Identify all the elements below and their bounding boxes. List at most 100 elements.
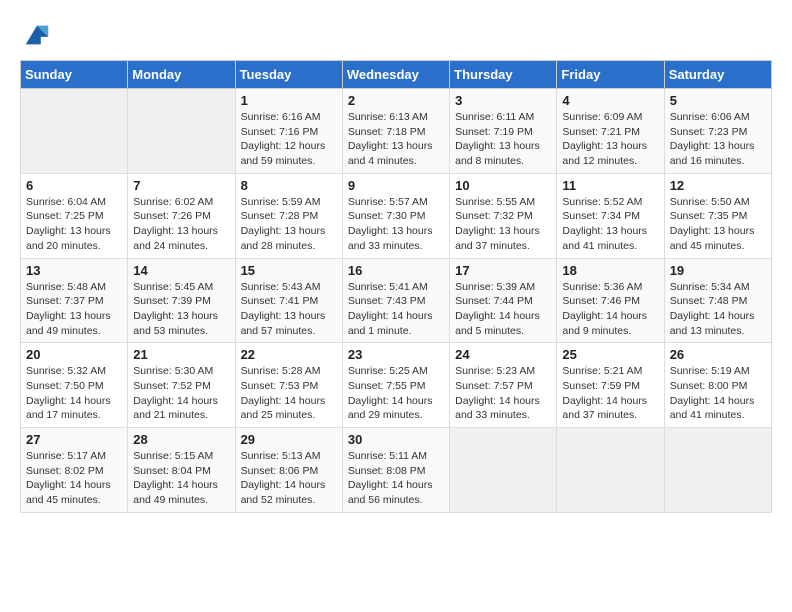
weekday-header: Friday	[557, 61, 664, 89]
day-info: Sunrise: 5:41 AM Sunset: 7:43 PM Dayligh…	[348, 280, 444, 339]
calendar-cell: 12 Sunrise: 5:50 AM Sunset: 7:35 PM Dayli…	[664, 173, 771, 258]
day-number: 30	[348, 432, 444, 447]
day-number: 4	[562, 93, 658, 108]
day-info: Sunrise: 5:19 AM Sunset: 8:00 PM Dayligh…	[670, 364, 766, 423]
day-number: 9	[348, 178, 444, 193]
day-info: Sunrise: 5:25 AM Sunset: 7:55 PM Dayligh…	[348, 364, 444, 423]
day-info: Sunrise: 5:23 AM Sunset: 7:57 PM Dayligh…	[455, 364, 551, 423]
day-info: Sunrise: 5:50 AM Sunset: 7:35 PM Dayligh…	[670, 195, 766, 254]
calendar-cell: 16 Sunrise: 5:41 AM Sunset: 7:43 PM Dayli…	[342, 258, 449, 343]
calendar-cell: 29 Sunrise: 5:13 AM Sunset: 8:06 PM Dayli…	[235, 428, 342, 513]
day-number: 15	[241, 263, 337, 278]
day-number: 10	[455, 178, 551, 193]
calendar-cell: 6Sunrise: 6:04 AM Sunset: 7:25 PM Daylig…	[21, 173, 128, 258]
day-info: Sunrise: 5:30 AM Sunset: 7:52 PM Dayligh…	[133, 364, 229, 423]
calendar-cell: 10 Sunrise: 5:55 AM Sunset: 7:32 PM Dayli…	[450, 173, 557, 258]
calendar-cell	[664, 428, 771, 513]
calendar-cell: 30 Sunrise: 5:11 AM Sunset: 8:08 PM Dayli…	[342, 428, 449, 513]
calendar-cell: 26 Sunrise: 5:19 AM Sunset: 8:00 PM Dayli…	[664, 343, 771, 428]
calendar-week-row: 13 Sunrise: 5:48 AM Sunset: 7:37 PM Dayli…	[21, 258, 772, 343]
calendar-cell: 23 Sunrise: 5:25 AM Sunset: 7:55 PM Dayli…	[342, 343, 449, 428]
weekday-header: Monday	[128, 61, 235, 89]
day-info: Sunrise: 5:36 AM Sunset: 7:46 PM Dayligh…	[562, 280, 658, 339]
day-info: Sunrise: 6:09 AM Sunset: 7:21 PM Dayligh…	[562, 110, 658, 169]
weekday-header: Tuesday	[235, 61, 342, 89]
day-info: Sunrise: 5:11 AM Sunset: 8:08 PM Dayligh…	[348, 449, 444, 508]
calendar-week-row: 20 Sunrise: 5:32 AM Sunset: 7:50 PM Dayli…	[21, 343, 772, 428]
calendar-cell: 13 Sunrise: 5:48 AM Sunset: 7:37 PM Dayli…	[21, 258, 128, 343]
day-info: Sunrise: 5:13 AM Sunset: 8:06 PM Dayligh…	[241, 449, 337, 508]
calendar-cell	[450, 428, 557, 513]
calendar-cell: 4 Sunrise: 6:09 AM Sunset: 7:21 PM Daylig…	[557, 89, 664, 174]
day-info: Sunrise: 5:17 AM Sunset: 8:02 PM Dayligh…	[26, 449, 122, 508]
logo-icon	[22, 20, 52, 50]
day-number: 20	[26, 347, 122, 362]
day-info: Sunrise: 5:39 AM Sunset: 7:44 PM Dayligh…	[455, 280, 551, 339]
day-number: 21	[133, 347, 229, 362]
weekday-header-row: SundayMondayTuesdayWednesdayThursdayFrid…	[21, 61, 772, 89]
calendar-cell: 25Sunrise: 5:21 AM Sunset: 7:59 PM Dayli…	[557, 343, 664, 428]
day-number: 17	[455, 263, 551, 278]
calendar-cell	[128, 89, 235, 174]
day-number: 16	[348, 263, 444, 278]
calendar-cell: 21 Sunrise: 5:30 AM Sunset: 7:52 PM Dayli…	[128, 343, 235, 428]
day-info: Sunrise: 5:55 AM Sunset: 7:32 PM Dayligh…	[455, 195, 551, 254]
day-number: 18	[562, 263, 658, 278]
day-number: 11	[562, 178, 658, 193]
calendar-cell: 5 Sunrise: 6:06 AM Sunset: 7:23 PM Daylig…	[664, 89, 771, 174]
day-info: Sunrise: 5:52 AM Sunset: 7:34 PM Dayligh…	[562, 195, 658, 254]
day-number: 29	[241, 432, 337, 447]
calendar-week-row: 6Sunrise: 6:04 AM Sunset: 7:25 PM Daylig…	[21, 173, 772, 258]
day-info: Sunrise: 6:06 AM Sunset: 7:23 PM Dayligh…	[670, 110, 766, 169]
calendar-cell: 1 Sunrise: 6:16 AM Sunset: 7:16 PM Daylig…	[235, 89, 342, 174]
day-number: 5	[670, 93, 766, 108]
calendar-cell: 15 Sunrise: 5:43 AM Sunset: 7:41 PM Dayli…	[235, 258, 342, 343]
calendar-cell: 14 Sunrise: 5:45 AM Sunset: 7:39 PM Dayli…	[128, 258, 235, 343]
day-number: 28	[133, 432, 229, 447]
day-number: 8	[241, 178, 337, 193]
day-number: 12	[670, 178, 766, 193]
day-number: 14	[133, 263, 229, 278]
day-number: 13	[26, 263, 122, 278]
day-number: 23	[348, 347, 444, 362]
calendar-cell: 22 Sunrise: 5:28 AM Sunset: 7:53 PM Dayli…	[235, 343, 342, 428]
calendar-cell: 17 Sunrise: 5:39 AM Sunset: 7:44 PM Dayli…	[450, 258, 557, 343]
day-number: 26	[670, 347, 766, 362]
day-info: Sunrise: 6:16 AM Sunset: 7:16 PM Dayligh…	[241, 110, 337, 169]
day-info: Sunrise: 5:48 AM Sunset: 7:37 PM Dayligh…	[26, 280, 122, 339]
day-info: Sunrise: 6:11 AM Sunset: 7:19 PM Dayligh…	[455, 110, 551, 169]
weekday-header: Sunday	[21, 61, 128, 89]
calendar-table: SundayMondayTuesdayWednesdayThursdayFrid…	[20, 60, 772, 513]
calendar-week-row: 1 Sunrise: 6:16 AM Sunset: 7:16 PM Daylig…	[21, 89, 772, 174]
calendar-cell: 8Sunrise: 5:59 AM Sunset: 7:28 PM Daylig…	[235, 173, 342, 258]
day-info: Sunrise: 5:28 AM Sunset: 7:53 PM Dayligh…	[241, 364, 337, 423]
day-number: 27	[26, 432, 122, 447]
calendar-cell: 11 Sunrise: 5:52 AM Sunset: 7:34 PM Dayli…	[557, 173, 664, 258]
calendar-cell: 24 Sunrise: 5:23 AM Sunset: 7:57 PM Dayli…	[450, 343, 557, 428]
day-info: Sunrise: 5:43 AM Sunset: 7:41 PM Dayligh…	[241, 280, 337, 339]
weekday-header: Saturday	[664, 61, 771, 89]
calendar-cell: 7 Sunrise: 6:02 AM Sunset: 7:26 PM Daylig…	[128, 173, 235, 258]
calendar-cell: 2 Sunrise: 6:13 AM Sunset: 7:18 PM Daylig…	[342, 89, 449, 174]
weekday-header: Wednesday	[342, 61, 449, 89]
calendar-cell: 19Sunrise: 5:34 AM Sunset: 7:48 PM Dayli…	[664, 258, 771, 343]
day-number: 1	[241, 93, 337, 108]
calendar-cell	[557, 428, 664, 513]
day-number: 22	[241, 347, 337, 362]
day-number: 19	[670, 263, 766, 278]
day-info: Sunrise: 6:13 AM Sunset: 7:18 PM Dayligh…	[348, 110, 444, 169]
day-number: 2	[348, 93, 444, 108]
day-info: Sunrise: 5:32 AM Sunset: 7:50 PM Dayligh…	[26, 364, 122, 423]
day-info: Sunrise: 5:15 AM Sunset: 8:04 PM Dayligh…	[133, 449, 229, 508]
calendar-cell: 27 Sunrise: 5:17 AM Sunset: 8:02 PM Dayli…	[21, 428, 128, 513]
calendar-cell: 28 Sunrise: 5:15 AM Sunset: 8:04 PM Dayli…	[128, 428, 235, 513]
calendar-week-row: 27 Sunrise: 5:17 AM Sunset: 8:02 PM Dayli…	[21, 428, 772, 513]
day-info: Sunrise: 5:45 AM Sunset: 7:39 PM Dayligh…	[133, 280, 229, 339]
day-info: Sunrise: 6:02 AM Sunset: 7:26 PM Dayligh…	[133, 195, 229, 254]
calendar-cell: 20 Sunrise: 5:32 AM Sunset: 7:50 PM Dayli…	[21, 343, 128, 428]
day-info: Sunrise: 5:21 AM Sunset: 7:59 PM Dayligh…	[562, 364, 658, 423]
day-number: 24	[455, 347, 551, 362]
day-number: 7	[133, 178, 229, 193]
day-info: Sunrise: 6:04 AM Sunset: 7:25 PM Dayligh…	[26, 195, 122, 254]
weekday-header: Thursday	[450, 61, 557, 89]
